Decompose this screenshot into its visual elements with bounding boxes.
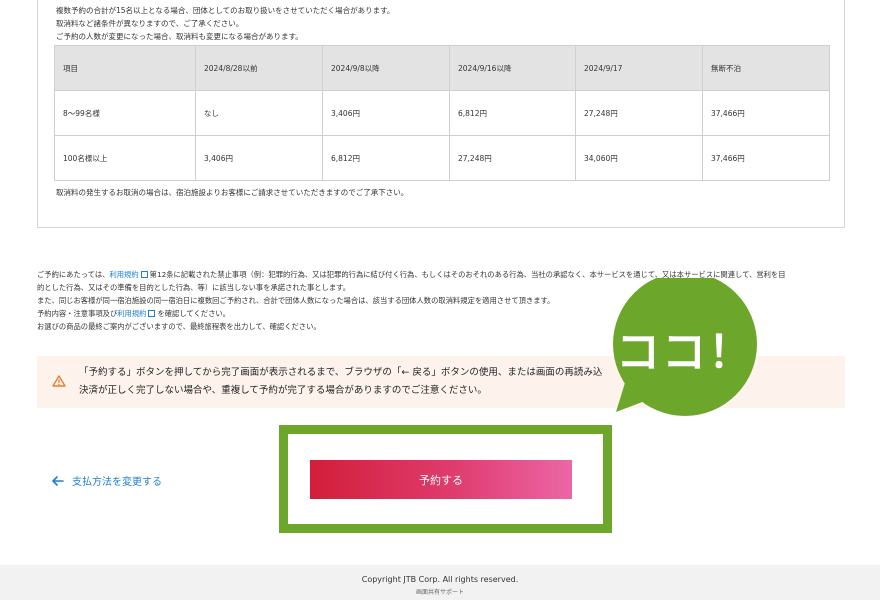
warning-line: 決済が正しく完了しない場合や、重複して予約が完了する場合がありますのでご注意くだ… xyxy=(79,385,487,396)
table-header-cell: 2024/9/17 xyxy=(575,45,703,91)
table-cell: 37,466円 xyxy=(702,135,830,181)
note-line: 取消料など諸条件が異なりますので、ご了承ください。 xyxy=(56,19,244,28)
warning-text: 「予約する」ボタンを押してから完了画面が表示されるまで、ブラウザの「← 戻る」ボ… xyxy=(79,364,602,400)
footer: Copyright JTB Corp. All rights reserved.… xyxy=(0,565,880,600)
table-cell: 100名様以上 xyxy=(54,135,196,181)
cancellation-fee-table: 項目 2024/8/28以前 2024/9/8以降 2024/9/16以降 20… xyxy=(54,45,830,181)
reserve-button[interactable]: 予約する xyxy=(310,460,572,499)
table-header-cell: 2024/9/8以降 xyxy=(322,45,450,91)
table-cell: 6,812円 xyxy=(322,135,450,181)
table-cell: なし xyxy=(195,90,323,136)
table-row: 8～99名様 なし 3,406円 6,812円 27,248円 37,466円 xyxy=(54,90,830,136)
note-line: ご予約の人数が変更になった場合、取消料も変更になる場合があります。 xyxy=(56,32,303,41)
external-link-icon xyxy=(140,271,148,278)
warning-line: 「予約する」ボタンを押してから完了画面が表示されるまで、ブラウザの「← 戻る」ボ… xyxy=(79,367,603,378)
table-header-cell: 2024/9/16以降 xyxy=(449,45,576,91)
cancel-fee-note: 取消料の発生するお取消の場合は、宿泊施設よりお客様にご請求させていただきますので… xyxy=(56,188,409,197)
terms-of-use-link-2[interactable]: 利用規約 xyxy=(117,309,146,318)
table-header-cell: 項目 xyxy=(54,45,196,91)
warning-icon xyxy=(52,375,66,387)
group-notes: 複数予約の合計が15名以上となる場合、団体としてのお取り扱いをさせていただく場合… xyxy=(56,4,394,43)
back-link-label: 支払方法を変更する xyxy=(72,477,162,488)
table-header-cell: 無断不泊 xyxy=(702,45,830,91)
table-cell: 8～99名様 xyxy=(54,90,196,136)
note-line: 複数予約の合計が15名以上となる場合、団体としてのお取り扱いをさせていただく場合… xyxy=(56,6,395,15)
terms-text: 予約内容・注意事項及び xyxy=(37,309,118,318)
table-cell: 3,406円 xyxy=(322,90,450,136)
terms-text: ご予約にあたっては、 xyxy=(37,270,110,279)
terms-text: を確認してください。 xyxy=(157,309,230,318)
table-row: 100名様以上 3,406円 6,812円 27,248円 34,060円 37… xyxy=(54,135,830,181)
external-link-icon xyxy=(148,310,156,317)
table-cell: 27,248円 xyxy=(449,135,576,181)
table-cell: 37,466円 xyxy=(702,90,830,136)
callout-text: ココ！ xyxy=(616,327,754,378)
callout-bubble: ココ！ xyxy=(610,272,760,418)
copyright: Copyright JTB Corp. All rights reserved. xyxy=(361,575,519,584)
table-cell: 6,812円 xyxy=(449,90,576,136)
arrow-left-icon xyxy=(52,475,64,486)
table-cell: 34,060円 xyxy=(575,135,703,181)
reserve-button-label: 予約する xyxy=(419,474,463,487)
table-cell: 27,248円 xyxy=(575,90,703,136)
change-payment-method-link[interactable]: 支払方法を変更する xyxy=(52,473,162,488)
table-header-cell: 2024/8/28以前 xyxy=(195,45,323,91)
table-header-row: 項目 2024/8/28以前 2024/9/8以降 2024/9/16以降 20… xyxy=(54,45,830,91)
terms-of-use-link[interactable]: 利用規約 xyxy=(109,270,138,279)
screen-share-support[interactable]: 画面共有サポート xyxy=(0,587,880,596)
table-cell: 3,406円 xyxy=(195,135,323,181)
cancellation-panel: 複数予約の合計が15名以上となる場合、団体としてのお取り扱いをさせていただく場合… xyxy=(37,0,845,228)
